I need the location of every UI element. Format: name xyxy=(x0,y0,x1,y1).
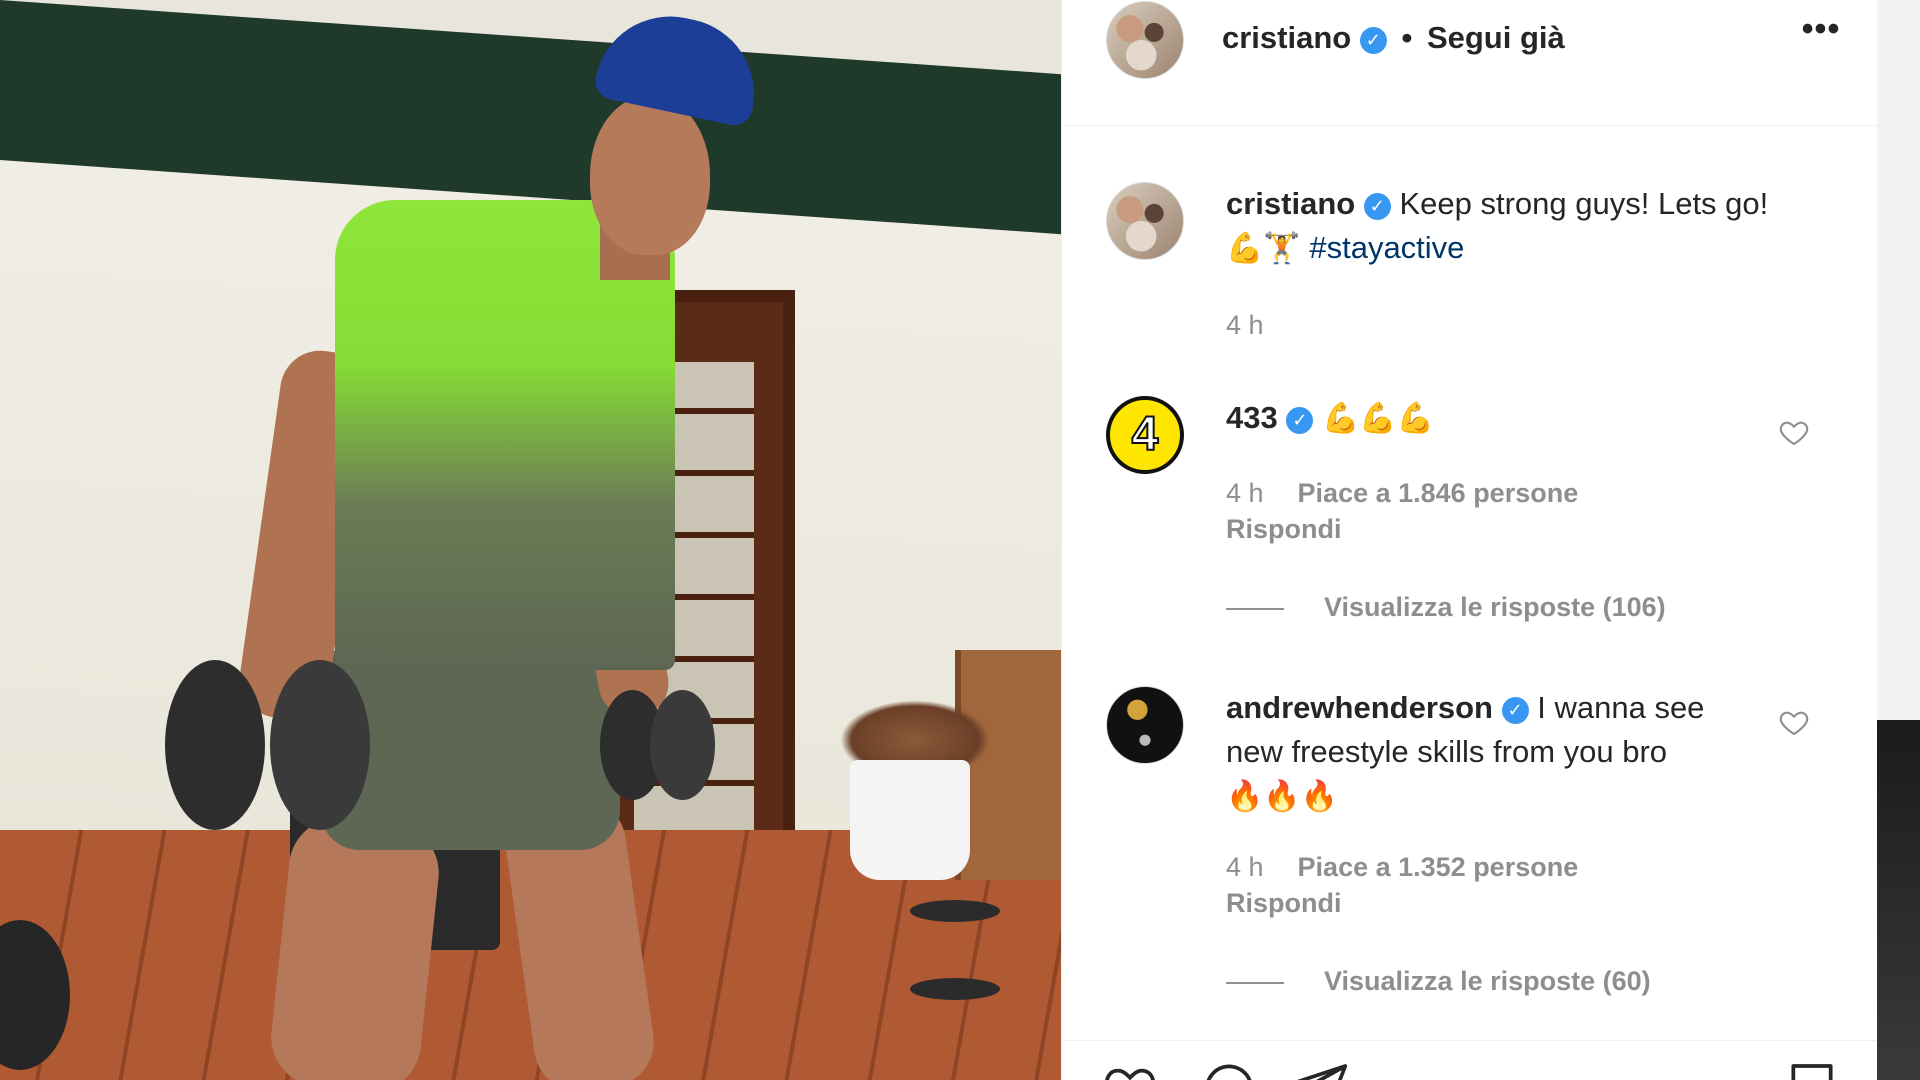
verified-badge-icon: ✓ xyxy=(1286,407,1314,434)
caption-text: Keep strong guys! Lets go! xyxy=(1399,186,1769,221)
post-photo[interactable] xyxy=(0,0,1061,1080)
post-header: cristiano ✓ • Segui già ••• xyxy=(1062,0,1878,126)
view-replies-line xyxy=(1226,607,1284,610)
commenter-avatar[interactable] xyxy=(1106,686,1184,764)
person-head xyxy=(590,95,710,255)
photo-person xyxy=(0,0,1061,1080)
caption-emojis: 💪🏋 xyxy=(1226,231,1301,266)
comment-text-line2: new freestyle skills from you bro xyxy=(1226,734,1668,769)
dumbbell-plate xyxy=(270,660,370,830)
commenter-avatar[interactable]: 4 xyxy=(1106,396,1184,474)
reply-button[interactable]: Rispondi xyxy=(1226,888,1342,919)
view-replies-label: Visualizza le risposte (60) xyxy=(1324,966,1651,996)
heart-icon[interactable] xyxy=(1778,706,1810,738)
share-icon[interactable] xyxy=(1294,1059,1350,1080)
caption-time[interactable]: 4 h xyxy=(1226,310,1264,341)
view-replies-button[interactable]: Visualizza le risposte (60) xyxy=(1226,966,1651,997)
comment-meta: 4 h Piace a 1.846 persone xyxy=(1226,478,1578,509)
follow-status-button[interactable]: Segui già xyxy=(1427,20,1565,55)
bookmark-icon[interactable] xyxy=(1784,1059,1840,1080)
verified-badge-icon: ✓ xyxy=(1359,27,1387,54)
caption-username[interactable]: cristiano xyxy=(1226,186,1355,221)
verified-badge-icon: ✓ xyxy=(1363,193,1391,220)
comment-body: andrewhenderson ✓ I wanna see new freest… xyxy=(1226,686,1786,819)
header-separator: • xyxy=(1401,20,1413,55)
comment-emojis: 🔥🔥🔥 xyxy=(1226,779,1339,814)
avatar-logo-text: 4 xyxy=(1131,407,1160,462)
comment-likes[interactable]: Piace a 1.846 persone xyxy=(1298,478,1579,508)
comment-username[interactable]: andrewhenderson xyxy=(1226,690,1493,725)
author-username[interactable]: cristiano xyxy=(1222,20,1351,55)
post-action-bar xyxy=(1062,1040,1878,1080)
header-user-line: cristiano ✓ • Segui già xyxy=(1222,20,1565,56)
comment-time[interactable]: 4 h xyxy=(1226,852,1264,882)
view-replies-label: Visualizza le risposte (106) xyxy=(1324,592,1666,622)
view-replies-button[interactable]: Visualizza le risposte (106) xyxy=(1226,592,1666,623)
post-side-panel: cristiano ✓ • Segui già ••• cristiano ✓ … xyxy=(1061,0,1878,1080)
heart-icon[interactable] xyxy=(1778,416,1810,448)
background-next-post[interactable] xyxy=(1877,720,1920,1080)
comment-icon[interactable] xyxy=(1200,1059,1256,1080)
person-leg-left xyxy=(266,812,444,1080)
comment-body: 433 ✓ 💪💪💪 xyxy=(1226,396,1786,441)
comment-emojis: 💪💪💪 xyxy=(1321,401,1435,436)
dumbbell-right xyxy=(600,690,715,830)
comment-time[interactable]: 4 h xyxy=(1226,478,1264,508)
view-replies-line xyxy=(1226,981,1284,984)
comment-username[interactable]: 433 xyxy=(1226,400,1278,435)
reply-button[interactable]: Rispondi xyxy=(1226,514,1342,545)
dumbbell-plate xyxy=(650,690,715,800)
comment-likes[interactable]: Piace a 1.352 persone xyxy=(1298,852,1579,882)
caption-author-avatar[interactable] xyxy=(1106,182,1184,260)
author-avatar[interactable] xyxy=(1106,1,1184,79)
verified-badge-icon: ✓ xyxy=(1501,697,1529,724)
comment-text-line1: I wanna see xyxy=(1537,690,1705,725)
dumbbell-plate xyxy=(165,660,265,830)
caption-body: cristiano ✓ Keep strong guys! Lets go! 💪… xyxy=(1226,182,1786,271)
comment-meta: 4 h Piace a 1.352 persone xyxy=(1226,852,1578,883)
like-heart-icon[interactable] xyxy=(1102,1059,1158,1080)
caption-hashtag[interactable]: #stayactive xyxy=(1309,230,1464,265)
more-options-button[interactable]: ••• xyxy=(1796,12,1846,64)
dumbbell-left xyxy=(165,660,385,830)
